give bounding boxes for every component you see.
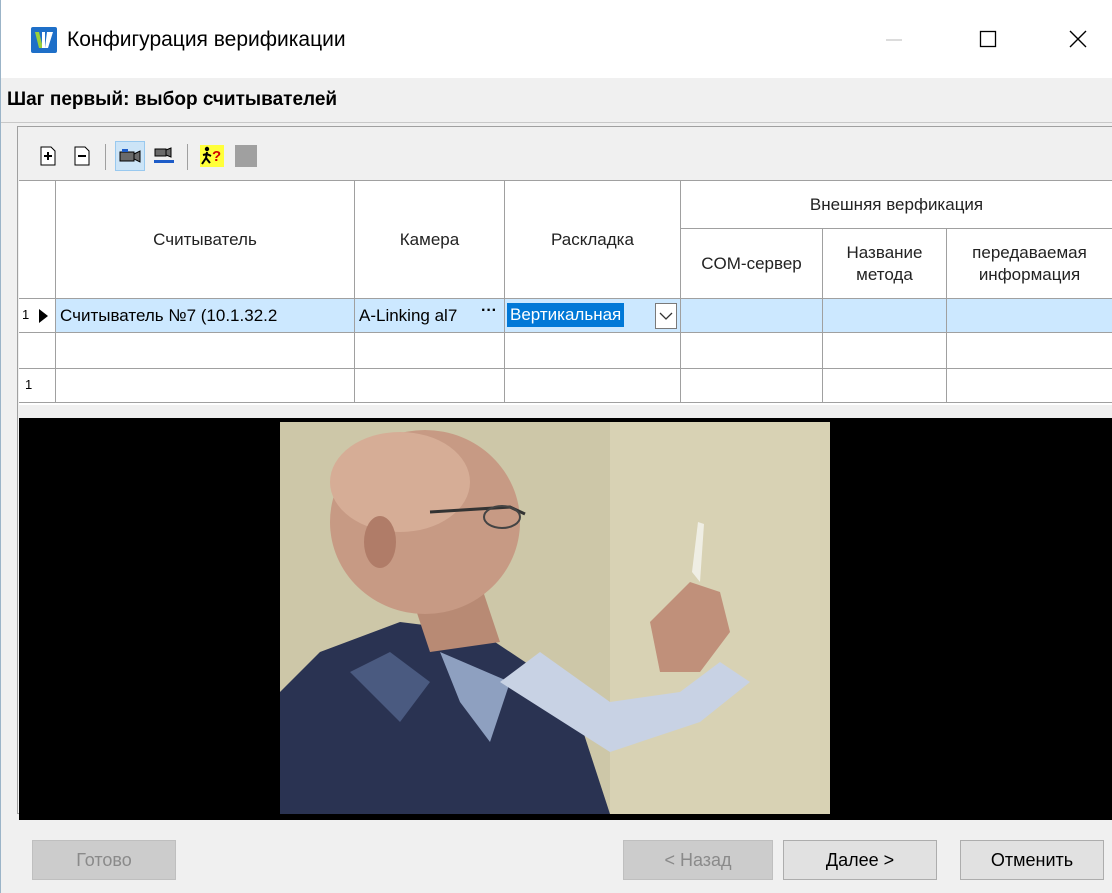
minimize-button[interactable]: [867, 14, 921, 64]
camera-list-icon: [154, 147, 174, 163]
footer-cell: [947, 369, 1112, 403]
empty-cell[interactable]: [823, 333, 947, 369]
verification-config-window: Конфигурация верификации Шаг первый: выб…: [0, 0, 1112, 893]
camera-frame-image: [280, 422, 830, 814]
empty-cell[interactable]: [681, 333, 823, 369]
step-heading: Шаг первый: выбор считывателей: [7, 89, 338, 110]
footer-count: 1: [25, 377, 33, 392]
add-row-icon: [40, 146, 56, 166]
column-header-transmitted-info[interactable]: передаваемая информация: [947, 229, 1112, 299]
chevron-down-icon: [659, 312, 673, 320]
remove-row-button[interactable]: [67, 141, 97, 171]
column-header-layout[interactable]: Раскладка: [505, 181, 681, 299]
cell-reader[interactable]: Считыватель №7 (10.1.32.2: [56, 299, 355, 333]
reader-value: Считыватель №7 (10.1.32.2: [60, 306, 278, 325]
add-row-button[interactable]: [33, 141, 63, 171]
empty-cell[interactable]: [56, 333, 355, 369]
cell-layout[interactable]: Вертикальная: [505, 299, 681, 333]
layout-combo-value[interactable]: Вертикальная: [507, 303, 625, 327]
row-number: 1: [22, 307, 30, 322]
column-header-camera[interactable]: Камера: [355, 181, 505, 299]
camera-view-button[interactable]: [115, 141, 145, 171]
camera-list-button[interactable]: [149, 141, 179, 171]
close-button[interactable]: [1051, 14, 1105, 64]
remove-row-icon: [74, 146, 90, 166]
cell-camera[interactable]: A-Linking al7 ···: [355, 299, 505, 333]
empty-cell[interactable]: [947, 333, 1112, 369]
svg-text:?: ?: [212, 148, 221, 165]
finish-button[interactable]: Готово: [32, 840, 176, 880]
disabled-tool-button[interactable]: [231, 141, 261, 171]
app-icon: [31, 27, 57, 53]
next-button[interactable]: Далее >: [783, 840, 937, 880]
transmitted-info-line2: информация: [978, 264, 1081, 284]
back-button[interactable]: < Назад: [623, 840, 773, 880]
cell-method-name[interactable]: [823, 299, 947, 333]
maximize-icon: [979, 30, 997, 48]
toolbar-separator: [187, 144, 188, 170]
row-indicator-empty[interactable]: [19, 333, 56, 369]
layout-dropdown-button[interactable]: [655, 303, 677, 329]
method-name-line2: метода: [856, 264, 913, 284]
title-bar[interactable]: Конфигурация верификации: [1, 0, 1112, 78]
method-name-line1: Название: [846, 242, 923, 262]
column-header-method-name[interactable]: Название метода: [823, 229, 947, 299]
column-header-com-server[interactable]: COM-сервер: [681, 229, 823, 299]
maximize-button[interactable]: [961, 14, 1015, 64]
heading-divider: [1, 122, 1112, 123]
close-icon: [1069, 30, 1087, 48]
readers-grid: Считыватель Камера Раскладка Внешняя вер…: [19, 180, 1112, 405]
verification-help-icon: ?: [200, 145, 224, 167]
camera-value: A-Linking al7: [359, 306, 458, 325]
window-title: Конфигурация верификации: [67, 28, 346, 51]
footer-cell: [355, 369, 505, 403]
cell-com-server[interactable]: [681, 299, 823, 333]
camera-view-icon: [119, 149, 141, 163]
current-row-arrow-icon: [39, 309, 48, 323]
column-header-reader[interactable]: Считыватель: [56, 181, 355, 299]
grid-toolbar: ?: [19, 140, 1112, 176]
row-indicator[interactable]: 1: [19, 299, 56, 333]
footer-cell: [823, 369, 947, 403]
toolbar-separator: [105, 144, 106, 170]
footer-cell: [681, 369, 823, 403]
footer-indicator: 1: [19, 369, 56, 403]
empty-cell[interactable]: [355, 333, 505, 369]
footer-cell: [505, 369, 681, 403]
transmitted-info-line1: передаваемая: [972, 242, 1087, 262]
column-group-external-verification: Внешняя верфикация: [681, 181, 1112, 229]
minimize-icon: [886, 39, 902, 41]
cancel-button[interactable]: Отменить: [960, 840, 1104, 880]
verification-help-button[interactable]: ?: [197, 141, 227, 171]
empty-cell[interactable]: [505, 333, 681, 369]
ellipsis-button[interactable]: ···: [481, 302, 497, 320]
footer-cell: [56, 369, 355, 403]
gray-square-icon: [235, 145, 257, 167]
grid-corner-header: [19, 181, 56, 299]
cell-transmitted-info[interactable]: [947, 299, 1112, 333]
